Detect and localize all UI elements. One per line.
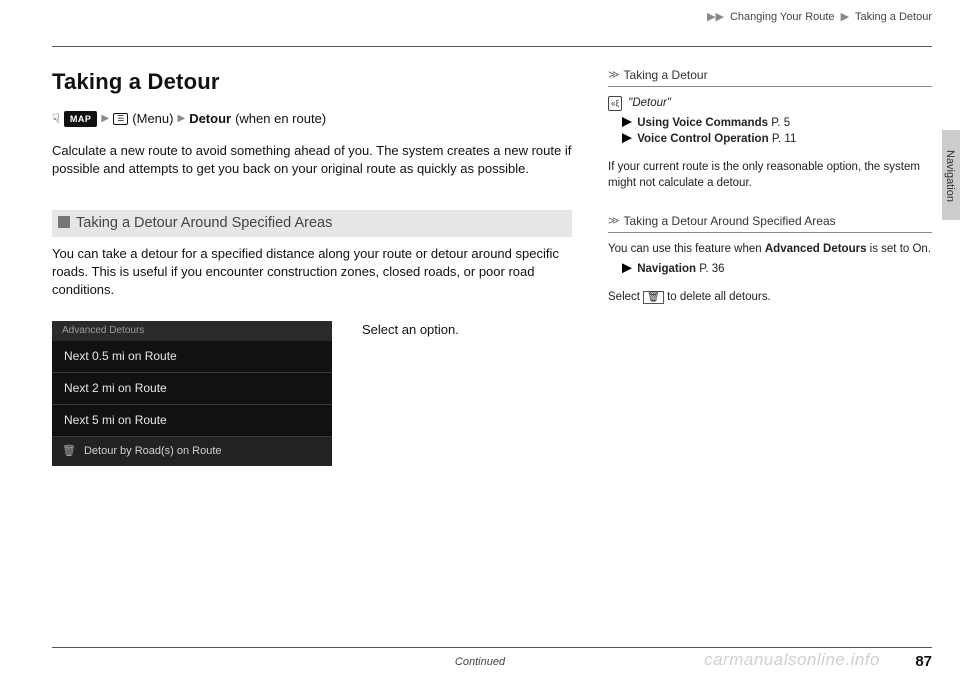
list-item[interactable]: Next 5 mi on Route — [52, 404, 332, 436]
xref-page: P. 36 — [699, 263, 724, 275]
trash-icon: 🗑 — [62, 444, 76, 459]
subsection-body: You can take a detour for a specified di… — [52, 245, 572, 300]
feature-name: Advanced Detours — [765, 243, 867, 255]
page-title: Taking a Detour — [52, 67, 572, 98]
list-item[interactable]: 🗑 Detour by Road(s) on Route — [52, 436, 332, 466]
breadcrumb-a: Changing Your Route — [730, 11, 835, 23]
breadcrumb-sep2: ▶ — [841, 11, 849, 23]
help-arrow-icon: ≫ — [608, 214, 620, 229]
breadcrumb-sep: ▶▶ — [707, 11, 724, 23]
link-arrow-icon — [622, 117, 632, 127]
device-screenshot: Advanced Detours Next 0.5 mi on Route Ne… — [52, 321, 332, 466]
nav-path: ☟ MAP ▶ ☰ (Menu) ▶ Detour (when en route… — [52, 110, 572, 128]
help-heading-1: ≫ Taking a Detour — [608, 67, 932, 84]
press-icon: ☟ — [52, 110, 60, 128]
path-suffix: (when en route) — [235, 110, 326, 128]
xref-link[interactable]: Voice Control Operation — [637, 133, 768, 145]
help2-line1a: You can use this feature when — [608, 243, 765, 255]
list-item[interactable]: Next 0.5 mi on Route — [52, 341, 332, 372]
link-arrow-icon — [622, 133, 632, 143]
menu-item-detour: Detour — [189, 110, 231, 128]
xref-page: P. 5 — [771, 117, 790, 129]
screen-title: Advanced Detours — [52, 321, 332, 341]
help2-line2a: Select — [608, 291, 643, 303]
breadcrumb: ▶▶ Changing Your Route ▶ Taking a Detour — [704, 10, 932, 25]
help2-line1c: is set to On. — [866, 243, 931, 255]
help-box-1: «ξ "Detour" Using Voice Commands P. 5 Vo… — [608, 86, 932, 192]
list-item[interactable]: Next 2 mi on Route — [52, 372, 332, 404]
xref-link[interactable]: Navigation — [637, 263, 696, 275]
instruction-text: Select an option. — [362, 321, 459, 339]
menu-icon: ☰ — [113, 113, 128, 125]
map-button-icon: MAP — [64, 111, 98, 128]
list-item-label: Detour by Road(s) on Route — [84, 444, 222, 459]
xref-page: P. 11 — [772, 133, 797, 145]
menu-label: (Menu) — [132, 110, 173, 128]
voice-phrase: "Detour" — [628, 97, 671, 109]
help-heading-2: ≫ Taking a Detour Around Specified Areas — [608, 213, 932, 230]
help-heading-2-text: Taking a Detour Around Specified Areas — [624, 213, 836, 230]
help-heading-1-text: Taking a Detour — [624, 67, 708, 84]
help2-line2b: to delete all detours. — [667, 291, 771, 303]
trash-icon: 🗑 — [643, 291, 664, 304]
help-arrow-icon: ≫ — [608, 68, 620, 83]
arrow-icon-2: ▶ — [177, 112, 185, 126]
watermark: carmanualsonline.info — [704, 648, 880, 672]
help-note: If your current route is the only reason… — [608, 159, 932, 191]
xref-link[interactable]: Using Voice Commands — [637, 117, 768, 129]
section-side-label: Navigation — [942, 150, 957, 202]
arrow-icon: ▶ — [101, 112, 109, 126]
voice-icon: «ξ — [608, 96, 622, 111]
help-box-2: You can use this feature when Advanced D… — [608, 232, 932, 305]
page-number: 87 — [915, 651, 932, 672]
intro-text: Calculate a new route to avoid something… — [52, 142, 572, 178]
subsection-title: Taking a Detour Around Specified Areas — [52, 210, 572, 236]
link-arrow-icon — [622, 263, 632, 273]
breadcrumb-b: Taking a Detour — [855, 11, 932, 23]
